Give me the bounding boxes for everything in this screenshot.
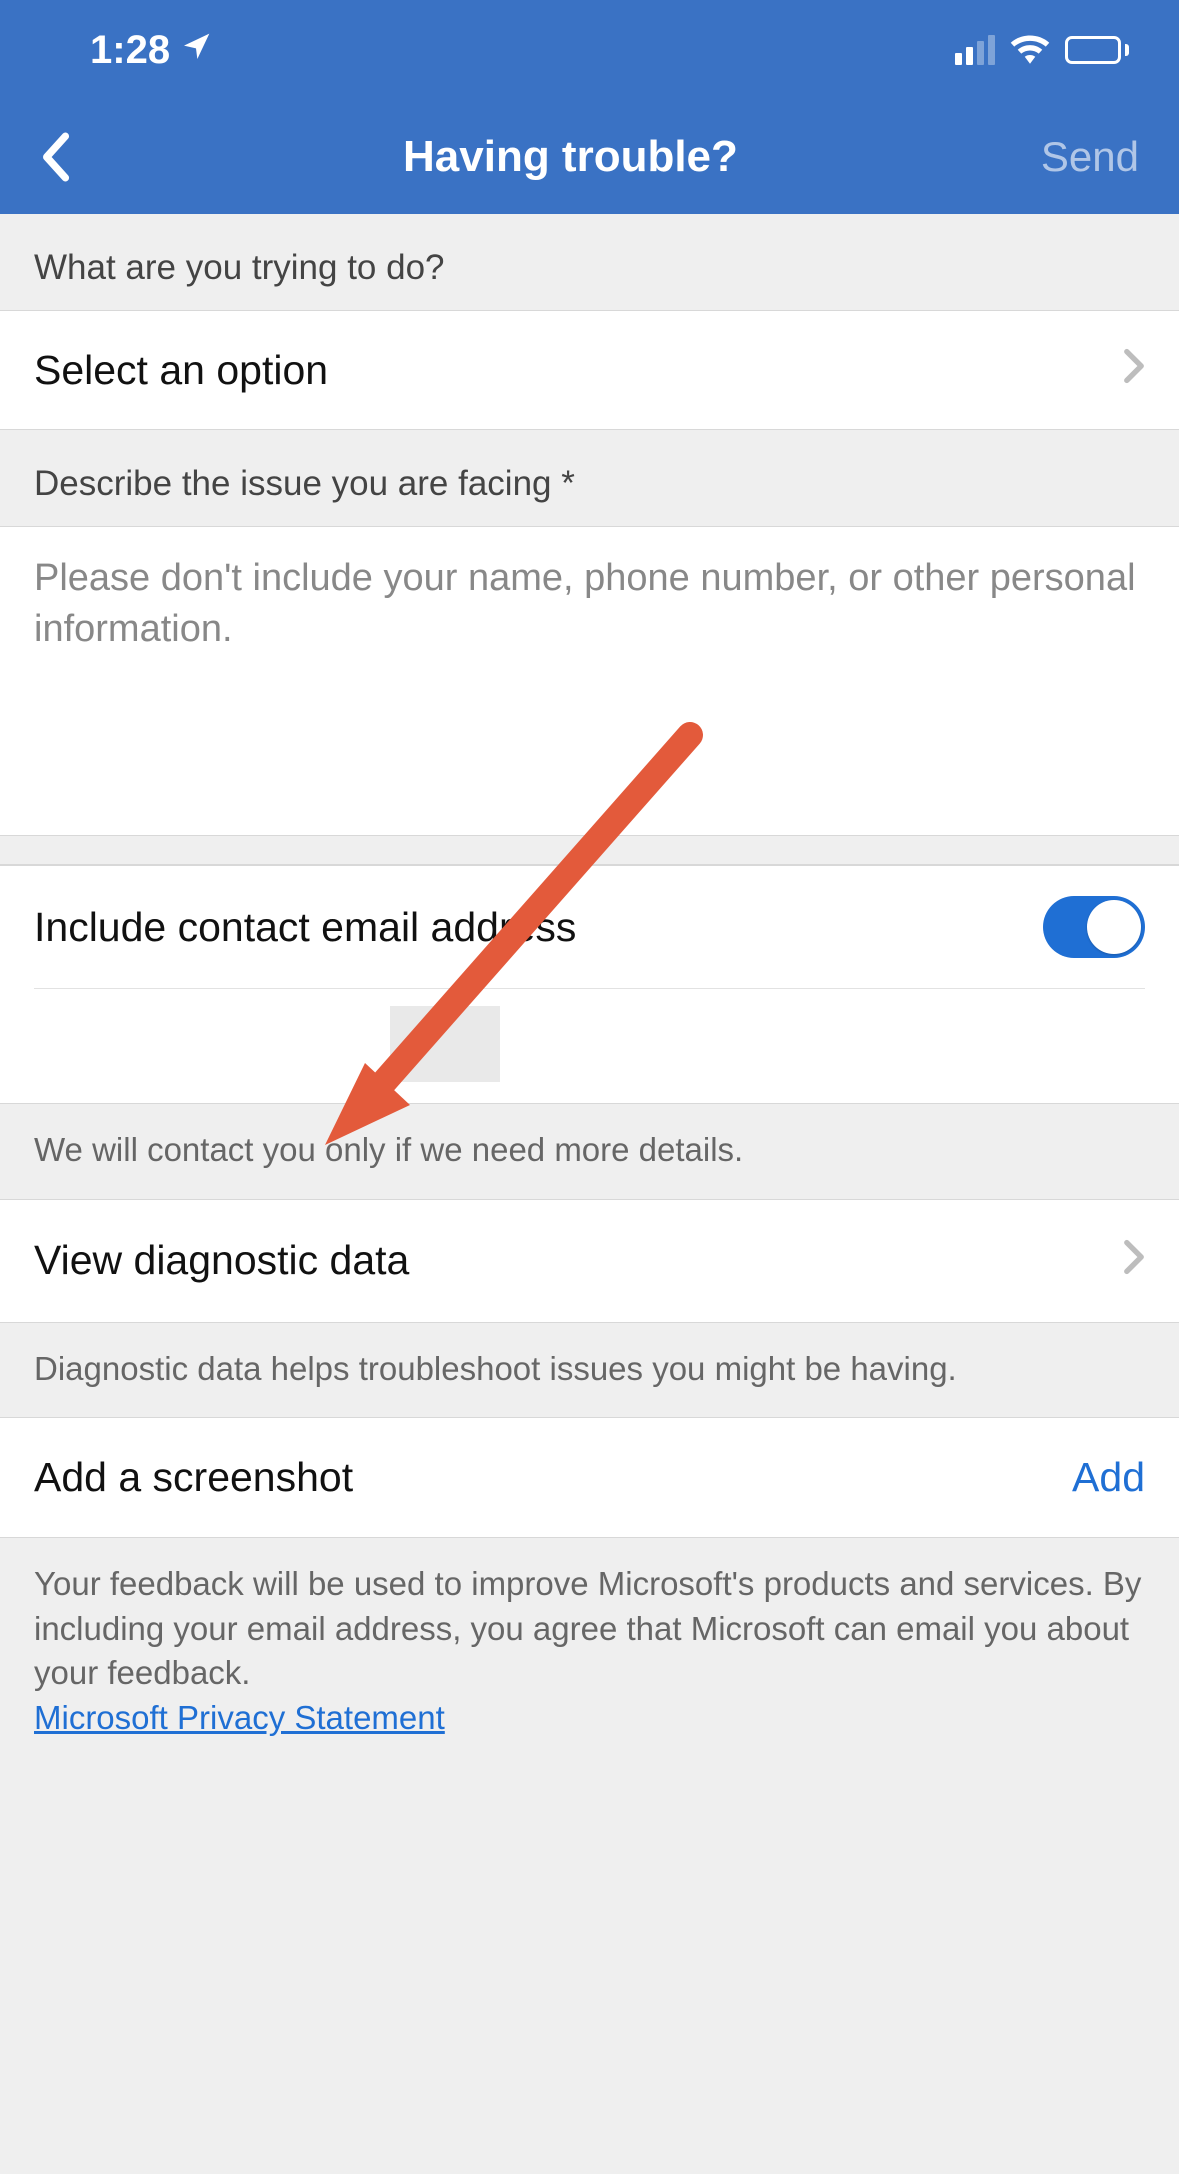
send-button[interactable]: Send (1041, 133, 1139, 181)
select-option-row[interactable]: Select an option (0, 310, 1179, 430)
include-email-row: Include contact email address (0, 865, 1179, 988)
section-divider (0, 841, 1179, 865)
contact-note: We will contact you only if we need more… (0, 1104, 1179, 1199)
select-option-value: Select an option (34, 347, 328, 394)
chevron-right-icon (1123, 345, 1145, 395)
disclosure-body: Your feedback will be used to improve Mi… (34, 1565, 1141, 1691)
location-icon (180, 28, 212, 73)
add-screenshot-label: Add a screenshot (34, 1454, 353, 1501)
diagnostic-note: Diagnostic data helps troubleshoot issue… (0, 1323, 1179, 1418)
chevron-right-icon (1123, 1236, 1145, 1286)
privacy-statement-link[interactable]: Microsoft Privacy Statement (34, 1699, 445, 1736)
email-field-row[interactable] (0, 988, 1179, 1104)
battery-icon (1065, 36, 1129, 64)
q2-label: Describe the issue you are facing * (0, 430, 1179, 526)
cellular-signal-icon (955, 35, 995, 65)
email-redacted (390, 1006, 500, 1082)
include-email-label: Include contact email address (34, 904, 576, 951)
page-title: Having trouble? (403, 132, 738, 182)
add-screenshot-row: Add a screenshot Add (0, 1417, 1179, 1538)
nav-bar: Having trouble? Send (0, 100, 1179, 214)
include-email-toggle[interactable] (1043, 896, 1145, 958)
status-time: 1:28 (90, 28, 170, 73)
view-diagnostic-data-row[interactable]: View diagnostic data (0, 1199, 1179, 1323)
issue-description-input[interactable] (0, 526, 1179, 836)
wifi-icon (1009, 32, 1051, 69)
view-diagnostic-data-label: View diagnostic data (34, 1237, 409, 1284)
q1-label: What are you trying to do? (0, 214, 1179, 310)
add-screenshot-button[interactable]: Add (1072, 1454, 1145, 1501)
back-button[interactable] (40, 132, 100, 182)
status-bar: 1:28 (0, 0, 1179, 100)
disclosure-text: Your feedback will be used to improve Mi… (0, 1538, 1179, 1764)
